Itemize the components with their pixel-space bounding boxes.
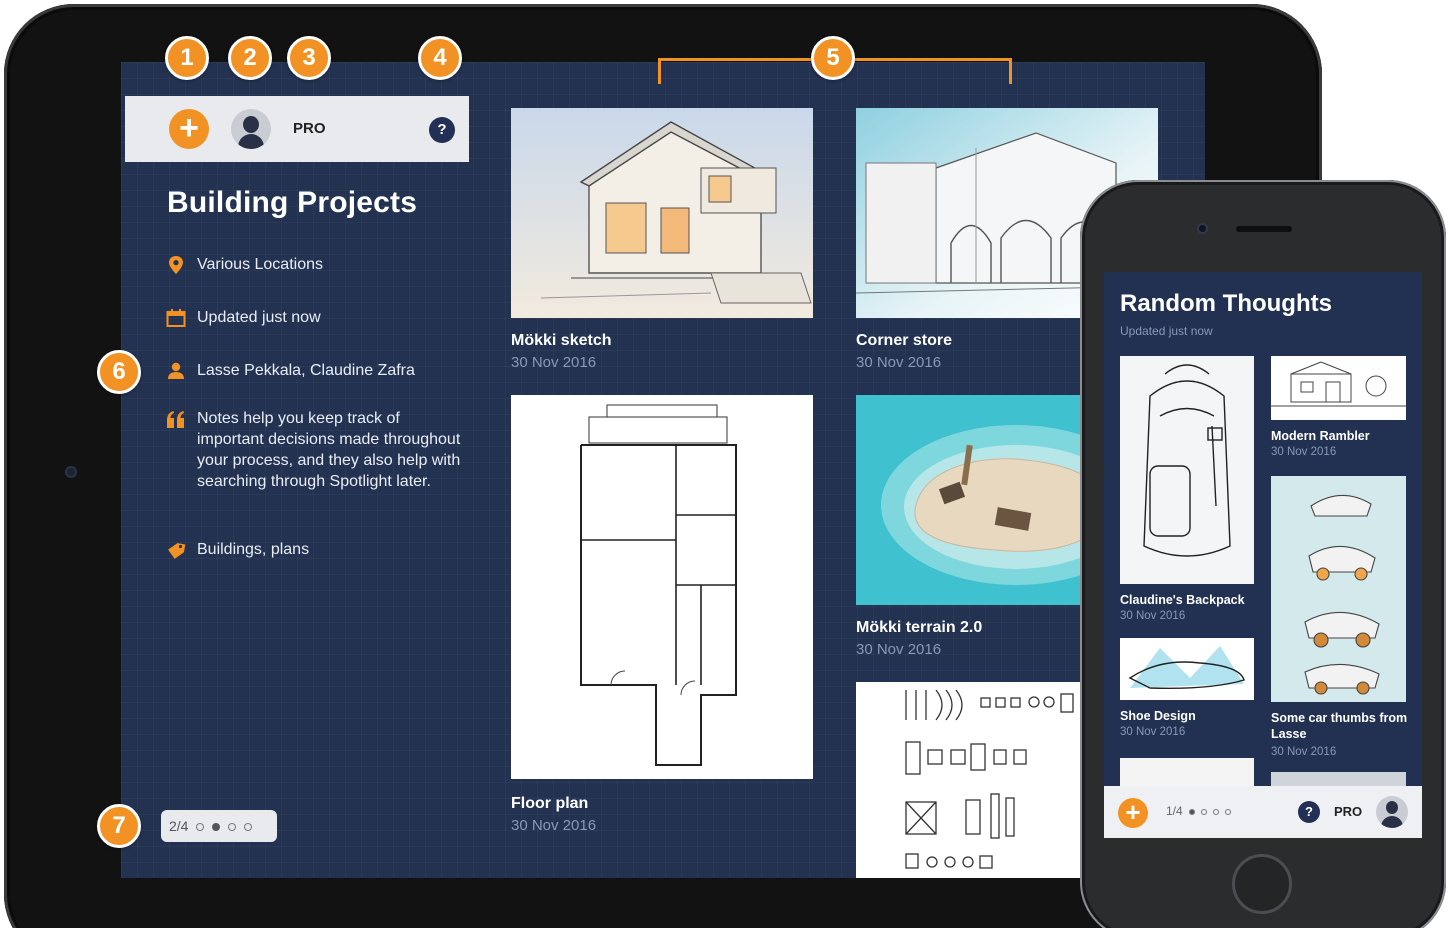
- avatar-head: [1386, 801, 1398, 814]
- ipad-toolbar: + PRO ?: [125, 96, 469, 162]
- avatar-body: [1381, 816, 1403, 828]
- sketch-date: 30 Nov 2016: [511, 817, 597, 834]
- phone-sketch-date: 30 Nov 2016: [1120, 610, 1186, 622]
- project-people-row[interactable]: Lasse Pekkala, Claudine Zafra: [165, 360, 463, 382]
- sketch-title: Floor plan: [511, 795, 589, 812]
- project-updated-row: Updated just now: [165, 307, 463, 329]
- iphone-device: Random Thoughts Updated just now Claudin…: [1080, 180, 1446, 928]
- sketch-title: Mökki terrain 2.0: [856, 619, 983, 636]
- add-sketch-button[interactable]: +: [169, 109, 209, 149]
- project-notes-row[interactable]: Notes help you keep track of important d…: [165, 408, 463, 492]
- phone-project-title[interactable]: Random Thoughts: [1120, 290, 1332, 318]
- phone-bottom-bar: + 1/4 ? PRO: [1104, 786, 1422, 838]
- pager-label: 2/4: [169, 818, 189, 834]
- phone-sketch-title: Claudine's Backpack: [1120, 593, 1245, 607]
- pager-dot: [1224, 808, 1231, 815]
- location-pin-icon: [169, 256, 183, 274]
- pager-dot: [1212, 808, 1219, 815]
- account-avatar-button[interactable]: [231, 109, 271, 149]
- project-people: Lasse Pekkala, Claudine Zafra: [197, 362, 415, 379]
- project-tags-row[interactable]: Buildings, plans: [165, 539, 463, 561]
- phone-sketch-title: Some car thumbs from Lasse: [1271, 711, 1408, 741]
- callout-6: 6: [97, 350, 141, 394]
- phone-sketch-title: Shoe Design: [1120, 709, 1196, 723]
- pager-dot: [244, 823, 253, 832]
- help-button[interactable]: ?: [429, 117, 455, 143]
- phone-project-pager[interactable]: 1/4: [1166, 804, 1231, 818]
- sketch-thumbnail-backpack: [1120, 356, 1254, 584]
- project-notes: Notes help you keep track of important d…: [197, 410, 461, 490]
- sketch-thumbnail-rambler: [1271, 356, 1406, 420]
- phone-sketch-date: 30 Nov 2016: [1271, 446, 1337, 458]
- callout-1: 1: [165, 36, 209, 80]
- iphone-camera: [1197, 223, 1208, 234]
- pager-dot: [1200, 808, 1207, 815]
- sketch-date: 30 Nov 2016: [856, 354, 942, 371]
- marketing-screenshot: + PRO ? Building Projects Various Locati…: [0, 0, 1450, 928]
- phone-sketch-date: 30 Nov 2016: [1271, 746, 1337, 758]
- sketch-thumbnail-shoe: [1120, 638, 1254, 700]
- sketch-thumbnail-house: [511, 108, 813, 318]
- phone-add-sketch-button[interactable]: +: [1118, 798, 1148, 828]
- phone-pro-badge-button[interactable]: PRO: [1334, 804, 1362, 819]
- iphone-home-button[interactable]: [1232, 854, 1292, 914]
- iphone-speaker: [1236, 226, 1292, 232]
- phone-sketch-date: 30 Nov 2016: [1120, 726, 1186, 738]
- sketch-title: Mökki sketch: [511, 332, 612, 349]
- callout-4: 4: [418, 36, 462, 80]
- iphone-screen: Random Thoughts Updated just now Claudin…: [1104, 272, 1422, 838]
- pager-dot-active: [1188, 808, 1195, 815]
- project-tags: Buildings, plans: [197, 541, 310, 558]
- project-title[interactable]: Building Projects: [167, 186, 417, 220]
- phone-account-avatar-button[interactable]: [1376, 796, 1408, 828]
- callout-5: 5: [811, 36, 855, 80]
- pager-dot: [228, 823, 237, 832]
- pro-badge-button[interactable]: PRO: [293, 120, 326, 137]
- pager-dot-active: [212, 823, 221, 832]
- pager-dot: [196, 823, 205, 832]
- sketch-date: 30 Nov 2016: [511, 354, 597, 371]
- sketch-thumbnail-cars: [1271, 476, 1406, 702]
- callout-7: 7: [97, 804, 141, 848]
- project-pager[interactable]: 2/4: [161, 810, 277, 842]
- calendar-icon: [166, 309, 186, 327]
- phone-pager-label: 1/4: [1166, 804, 1183, 818]
- callout-2: 2: [228, 36, 272, 80]
- project-location-row[interactable]: Various Locations: [165, 254, 463, 276]
- phone-help-button[interactable]: ?: [1298, 801, 1320, 823]
- phone-sketch-title: Modern Rambler: [1271, 429, 1370, 443]
- sketch-thumbnail-floor-plan: [511, 395, 813, 779]
- project-updated: Updated just now: [197, 309, 321, 326]
- ipad-screen: + PRO ? Building Projects Various Locati…: [121, 62, 1205, 878]
- person-icon: [168, 362, 184, 379]
- tag-icon: [168, 543, 186, 559]
- avatar-body: [238, 134, 264, 149]
- callout-3: 3: [287, 36, 331, 80]
- quote-icon: [167, 411, 184, 428]
- sketch-date: 30 Nov 2016: [856, 641, 942, 658]
- project-location: Various Locations: [197, 256, 323, 273]
- ipad-camera: [65, 466, 77, 478]
- phone-sketch-thumbnail-partial[interactable]: [1120, 758, 1254, 788]
- phone-project-updated: Updated just now: [1120, 324, 1213, 338]
- avatar-head: [243, 116, 259, 133]
- sketch-title: Corner store: [856, 332, 953, 349]
